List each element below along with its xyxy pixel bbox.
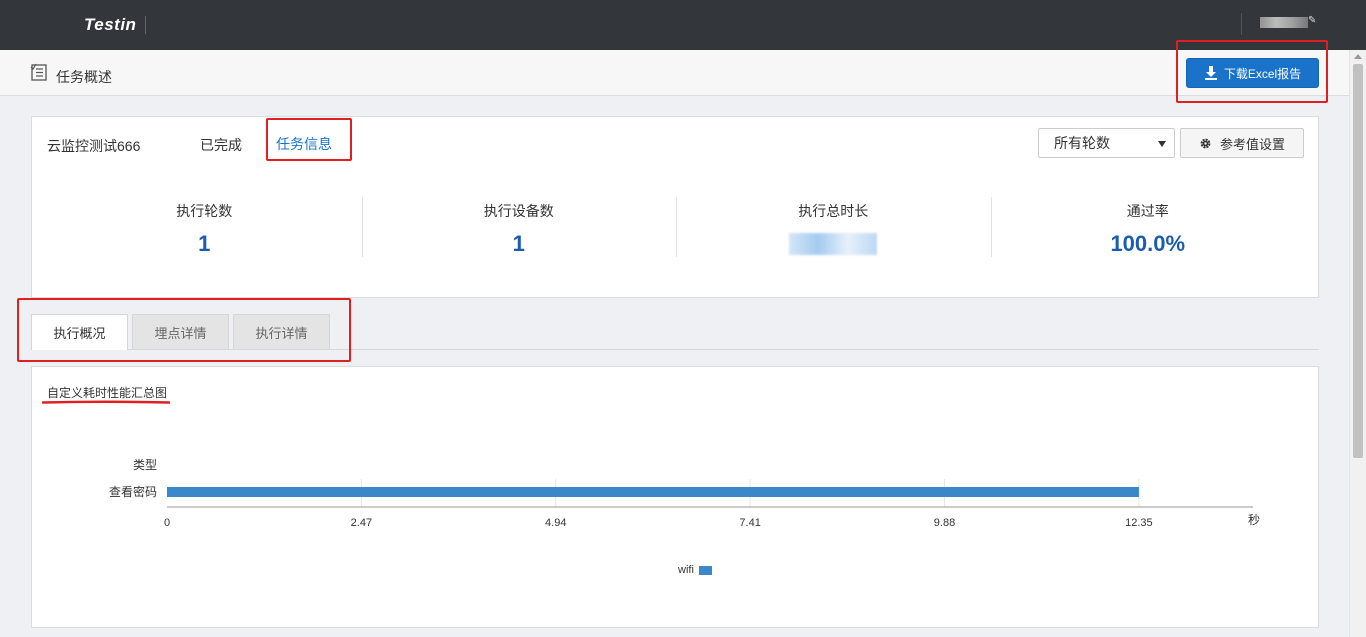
x-tick-label: 4.94 bbox=[545, 517, 566, 529]
stat-value: 1 bbox=[512, 231, 525, 256]
stat-value-redacted bbox=[789, 233, 878, 255]
task-name: 云监控测试666 bbox=[47, 138, 141, 154]
stat-value: 1 bbox=[198, 231, 211, 256]
stat-label: 通过率 bbox=[1126, 203, 1169, 219]
performance-bar-chart: 0 2.47 4.94 7.41 9.88 12.35 秒 类型查看密码 bbox=[109, 458, 1260, 529]
page-title: 任务概述 bbox=[56, 69, 112, 85]
top-navbar: Testin ✎ bbox=[0, 0, 1366, 50]
stat-label: 执行总时长 bbox=[798, 203, 869, 219]
stats-row: 执行轮数 1 执行设备数 1 执行总时长 通过率 100.0% bbox=[47, 197, 1305, 259]
x-tick-label: 7.41 bbox=[739, 517, 760, 529]
stat-devices: 执行设备数 1 bbox=[361, 197, 677, 259]
scroll-up-arrow-icon[interactable] bbox=[1354, 54, 1362, 59]
page-header: 任务概述 下载Excel报告 bbox=[0, 50, 1349, 96]
highlight-box-tabs bbox=[17, 298, 351, 362]
rounds-select[interactable]: 所有轮数 bbox=[1038, 128, 1175, 158]
x-axis-unit-label: 秒 bbox=[1248, 513, 1260, 527]
legend-swatch bbox=[698, 565, 712, 575]
legend-label: wifi bbox=[678, 564, 694, 576]
stat-value: 100.0% bbox=[1110, 231, 1186, 256]
task-summary-panel: 云监控测试666 已完成 任务信息 所有轮数 参考值设置 执行轮数 1 执行设备… bbox=[31, 116, 1319, 298]
chart-title-underline-mark bbox=[42, 400, 170, 404]
testin-logo[interactable]: Testin bbox=[84, 15, 136, 35]
highlight-box-task-info bbox=[266, 118, 352, 161]
logo-divider bbox=[145, 16, 146, 34]
x-tick-label: 9.88 bbox=[934, 517, 955, 529]
y-category-label: 查看密码 bbox=[109, 484, 157, 499]
stat-label: 执行轮数 bbox=[176, 203, 233, 219]
user-edit-icon[interactable]: ✎ bbox=[1308, 15, 1316, 26]
stat-duration: 执行总时长 bbox=[676, 197, 991, 259]
bar-wifi bbox=[167, 487, 1139, 497]
stat-pass-rate: 通过率 100.0% bbox=[990, 197, 1306, 259]
task-list-icon bbox=[30, 63, 47, 81]
reference-settings-button[interactable]: 参考值设置 bbox=[1180, 128, 1304, 158]
stat-rounds: 执行轮数 1 bbox=[47, 197, 362, 259]
scroll-thumb[interactable] bbox=[1353, 64, 1363, 458]
highlight-box-download bbox=[1176, 40, 1328, 103]
y-axis-title: 类型 bbox=[133, 458, 157, 472]
x-tick-label: 0 bbox=[164, 517, 170, 529]
page-scrollbar[interactable] bbox=[1349, 50, 1366, 637]
gear-icon bbox=[1200, 138, 1211, 148]
rounds-select-value: 所有轮数 bbox=[1054, 135, 1110, 151]
reference-settings-label: 参考值设置 bbox=[1219, 136, 1285, 152]
task-status: 已完成 bbox=[200, 137, 242, 153]
chart-legend: wifi bbox=[678, 564, 712, 576]
stat-label: 执行设备数 bbox=[483, 203, 554, 219]
x-tick-label: 12.35 bbox=[1125, 517, 1153, 529]
user-name-redacted[interactable] bbox=[1260, 17, 1308, 28]
user-divider bbox=[1241, 13, 1242, 35]
caret-down-icon bbox=[1158, 141, 1166, 147]
x-tick-label: 2.47 bbox=[351, 517, 372, 529]
chart-panel: 自定义耗时性能汇总图 0 2.47 4.94 7.41 9.88 12.35 秒类型 查看密码… bbox=[31, 366, 1319, 628]
